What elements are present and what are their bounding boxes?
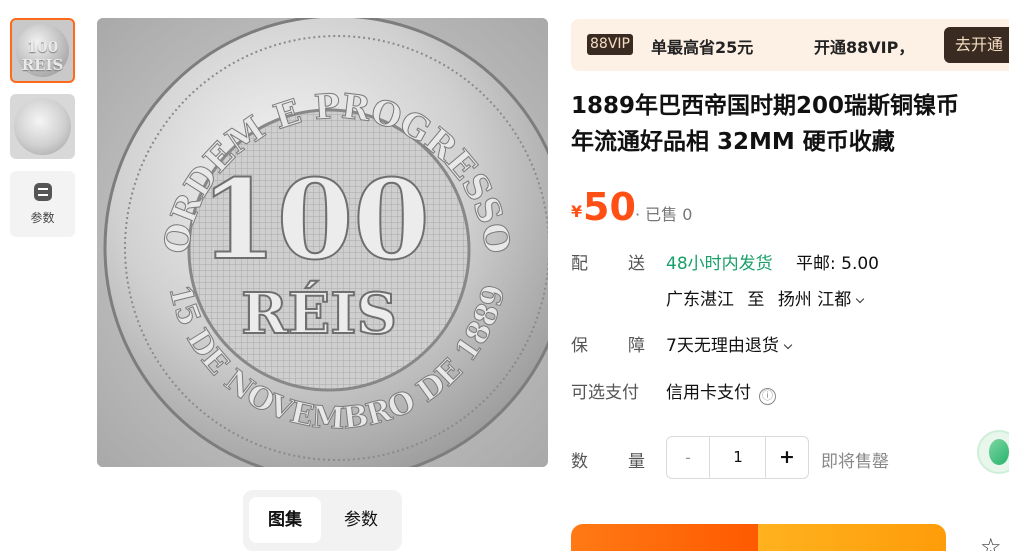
- sold-count: · 已售 0: [635, 205, 693, 224]
- product-title: 1889年巴西帝国时期200瑞斯铜镍币 年流通好品相 32MM 硬币收藏: [571, 88, 1009, 160]
- price-value: 50: [583, 185, 636, 229]
- buy-now-button[interactable]: [571, 524, 758, 551]
- payment-text: 信用卡支付: [666, 383, 751, 403]
- quantity-increase-button[interactable]: +: [765, 437, 808, 478]
- price-currency: ¥: [571, 202, 583, 221]
- thumbnail-1[interactable]: 100 REIS: [10, 18, 75, 83]
- vip-open-button[interactable]: 去开通: [944, 27, 1009, 63]
- chevron-down-icon: [783, 340, 793, 350]
- quantity-stepper: - 1 +: [666, 436, 809, 479]
- tab-params[interactable]: 参数: [325, 497, 397, 543]
- vip-badge: 88VIP: [587, 34, 633, 55]
- ship-destination: 扬州 江都: [777, 290, 852, 310]
- payment-value: 信用卡支付 ⓘ: [666, 378, 776, 405]
- vip-open-text: 开通88VIP，: [814, 38, 915, 57]
- guarantee-value[interactable]: 7天无理由退货: [666, 331, 793, 356]
- guarantee-text: 7天无理由退货: [666, 336, 779, 356]
- thumbnail-coin-text: 100 REIS: [21, 38, 64, 74]
- thumbnail-2[interactable]: [10, 94, 75, 159]
- stock-note: 即将售罄: [821, 452, 889, 472]
- coin-reverse-thumbnail-image: [14, 98, 71, 155]
- gallery-tabs: 图集 参数: [243, 490, 402, 551]
- quantity-decrease-button[interactable]: -: [667, 437, 710, 478]
- coin-value-text: 100: [200, 155, 430, 284]
- shipping-fee: 平邮: 5.00: [796, 254, 879, 274]
- vip-saving-text: 单最高省25元: [651, 38, 754, 57]
- main-product-image[interactable]: ORDEM E PROGRESSO 15 DE NOVEMBRO DE 1889…: [97, 18, 548, 467]
- params-button[interactable]: 参数: [10, 171, 75, 237]
- coin-illustration: ORDEM E PROGRESSO 15 DE NOVEMBRO DE 1889…: [97, 18, 548, 467]
- assistant-logo-icon: [989, 439, 1009, 465]
- route-to-word: 至: [747, 290, 765, 310]
- vip-promo-bar: 88VIP 单最高省25元 开通88VIP， 去开通: [571, 19, 1009, 71]
- favorite-star-icon[interactable]: ☆: [980, 533, 1002, 551]
- ship-from: 广东湛江: [666, 290, 734, 310]
- info-icon[interactable]: ⓘ: [759, 388, 776, 405]
- coin-unit-text: RÉIS: [241, 280, 397, 347]
- delivery-route[interactable]: 广东湛江 至 扬州 江都: [666, 285, 865, 310]
- product-title-line2: 年流通好品相 32MM 硬币收藏: [571, 129, 895, 155]
- params-button-label: 参数: [30, 211, 55, 225]
- delivery-speed: 48小时内发货: [666, 254, 773, 274]
- tab-gallery[interactable]: 图集: [249, 497, 321, 543]
- payment-label: 可选支付: [571, 383, 639, 403]
- params-icon: [34, 183, 52, 201]
- purchase-buttons: [571, 524, 946, 551]
- product-title-line1: 1889年巴西帝国时期200瑞斯铜镍币: [571, 93, 960, 119]
- chevron-down-icon: [855, 294, 865, 304]
- quantity-input[interactable]: 1: [710, 437, 766, 478]
- assistant-float-button[interactable]: [977, 430, 1009, 474]
- add-to-cart-button[interactable]: [758, 524, 946, 551]
